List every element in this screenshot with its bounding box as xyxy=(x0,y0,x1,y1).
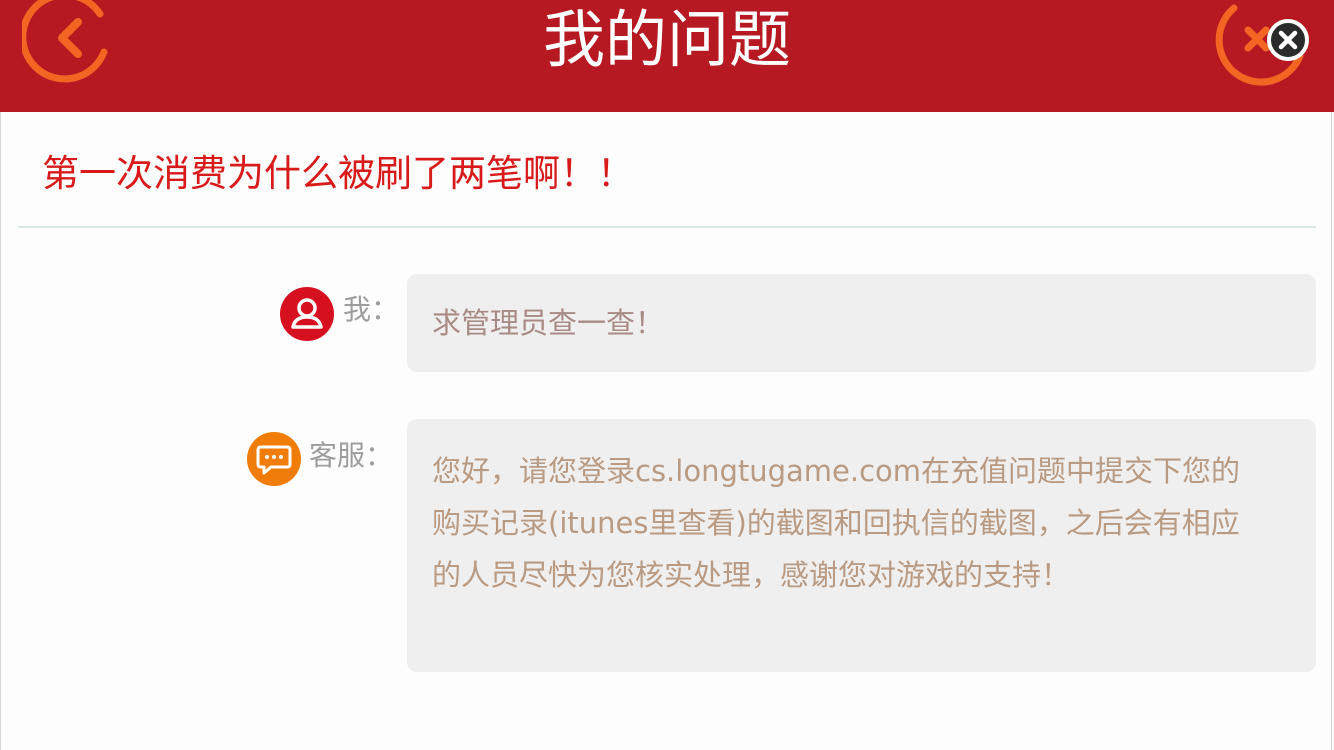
divider xyxy=(18,226,1316,228)
user-icon xyxy=(291,298,323,329)
message-bubble: 您好，请您登录cs.longtugame.com在充值问题中提交下您的购买记录(… xyxy=(407,419,1316,672)
message-text: 您好，请您登录cs.longtugame.com在充值问题中提交下您的购买记录(… xyxy=(432,454,1241,592)
close-button[interactable] xyxy=(1266,18,1310,62)
support-avatar xyxy=(247,432,301,486)
question-title: 第一次消费为什么被刷了两笔啊！！ xyxy=(42,152,634,195)
close-icon xyxy=(1267,19,1309,61)
message-bubble: 求管理员查一查！ xyxy=(407,274,1316,372)
speaker-label: 客服： xyxy=(309,439,394,472)
header-bar: 我的问题 xyxy=(0,0,1334,112)
user-avatar xyxy=(280,287,334,341)
chat-icon xyxy=(256,445,292,475)
page-title: 我的问题 xyxy=(542,3,791,76)
back-button[interactable] xyxy=(19,0,122,88)
message-text: 求管理员查一查！ xyxy=(432,306,665,340)
speaker-label: 我： xyxy=(343,293,400,326)
chevron-left-icon xyxy=(19,0,108,83)
